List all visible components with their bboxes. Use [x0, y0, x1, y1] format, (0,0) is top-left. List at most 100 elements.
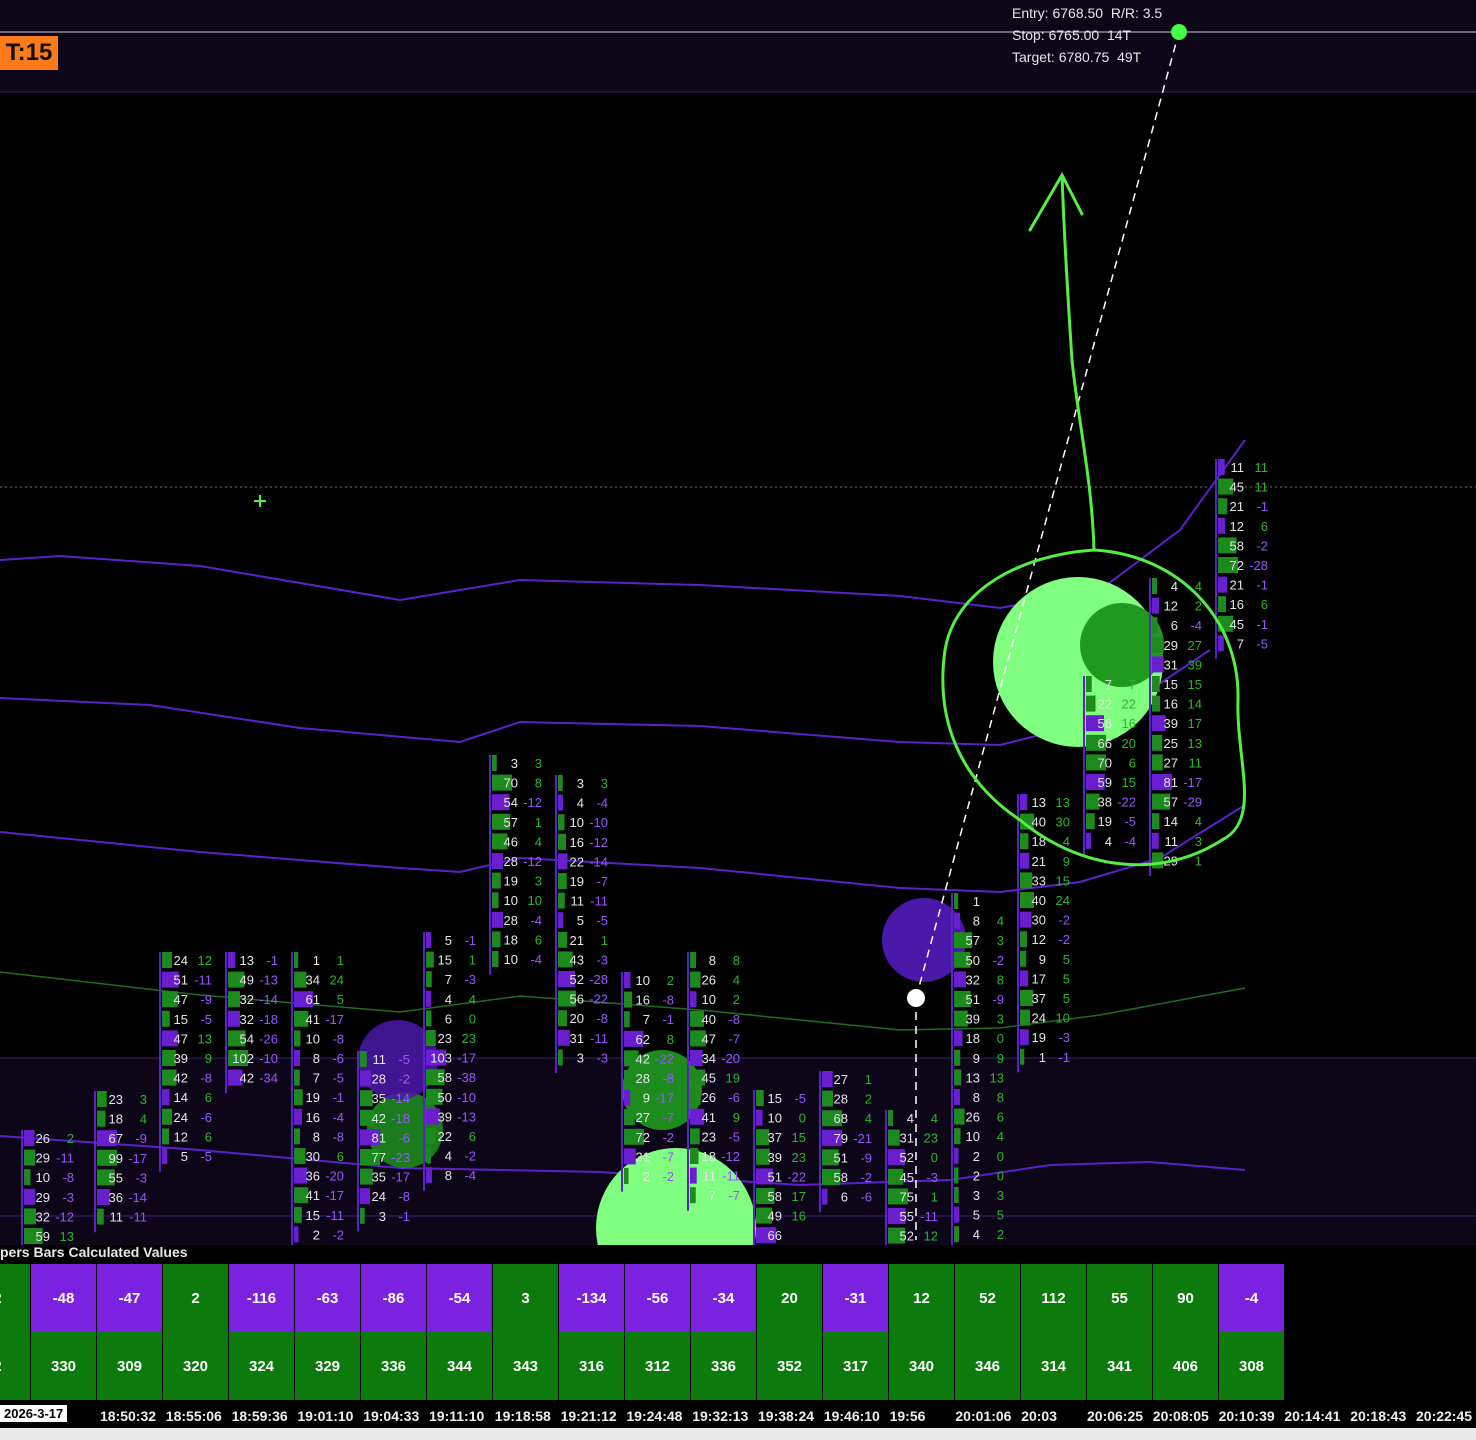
ask-volume: 28: [834, 1092, 848, 1107]
volume-cell-bar: [1152, 734, 1163, 751]
ask-volume: 31: [570, 1031, 584, 1046]
ask-volume: 5: [577, 913, 584, 928]
ask-volume: 11: [110, 1210, 124, 1225]
ask-volume: 34: [306, 973, 320, 988]
delta-value: 23: [792, 1150, 806, 1165]
footprint-bar[interactable]: 10 16 7 62 42 28 9 27 72 31 2 2 -8 -1 8 -22 -8 -17 -7 -2 -7 -…: [621, 972, 674, 1192]
delta-value: 8: [997, 1090, 1004, 1105]
footprint-bar[interactable]: 13 49 32 32 54 102 42 -1 -13 -14 -18 -26 -10 -34: [225, 952, 278, 1094]
volume-cell-bar: [690, 1089, 701, 1106]
row1-cell: -116: [229, 1264, 294, 1332]
delta-value: 1: [931, 1189, 938, 1204]
delta-value: -3: [1058, 1030, 1070, 1045]
ask-volume: 2: [643, 1169, 650, 1184]
volume-cell-bar: [1086, 813, 1095, 830]
delta-value: -17: [128, 1151, 147, 1166]
ask-volume: 42: [636, 1051, 650, 1066]
footprint-bar[interactable]: 1 34 61 41 10 8 7 19 16 8 30 36 41 15 2 1 24 5 -17 -8 -6 -5 -1…: [291, 952, 344, 1245]
ask-volume: 47: [174, 1031, 188, 1046]
delta-value: -3: [62, 1190, 74, 1205]
footprint-bar[interactable]: 3 4 10 16 22 19 11 5 21 43 52 56 20 31 3 3 -4 -10 -12 -14 -7…: [555, 775, 608, 1073]
delta-value: -13: [259, 973, 278, 988]
volume-cell-bar: [888, 1110, 893, 1126]
delta-value: 1: [865, 1072, 872, 1087]
ask-volume: 38: [1098, 795, 1112, 810]
delta-value: -22: [787, 1169, 806, 1184]
volume-cell-bar: [1218, 596, 1226, 613]
row2-cell: 341: [1087, 1332, 1152, 1400]
delta-row: 2-48-472-116-63-86-543-134-56-3420-31125…: [0, 1264, 1285, 1332]
footprint-bar[interactable]: 11 45 21 12 58 72 21 16 45 7 11 11 -1 6 -2 -28 -1 6 -1 -5: [1215, 459, 1268, 659]
volume-cell-bar: [492, 892, 499, 909]
footprint-bar[interactable]: 24 51 47 15 47 39 42 14 24 12 5 12 -11 -9 -5 13 9 -8 6 -6 6 -…: [159, 952, 212, 1172]
footprint-bar[interactable]: 7 22 56 66 70 59 38 19 4 7 22 16 20 6 15 -22 -5 -4: [1083, 676, 1136, 857]
ask-volume: 4: [907, 1111, 914, 1126]
volume-cell-bar: [1152, 617, 1158, 634]
delta-value: -7: [662, 1149, 674, 1164]
delta-value: 16: [792, 1209, 806, 1224]
ask-volume: 6: [445, 1011, 452, 1026]
volume-cell-bar: [558, 1049, 563, 1066]
ask-volume: 47: [702, 1031, 716, 1046]
delta-value: 3: [997, 1012, 1004, 1027]
delta-value: -7: [662, 1110, 674, 1125]
ask-volume: 32: [966, 972, 980, 987]
volume-cell-bar: [558, 775, 563, 791]
volume-cell-bar: [294, 1206, 302, 1223]
delta-value: -5: [728, 1129, 740, 1144]
footprint-bar[interactable]: 8 26 10 40 47 34 45 26 41 23 18 11 7 8 4 2 -8 -7 -20 19 -6 9 -…: [687, 952, 740, 1211]
volume-cell-bar: [294, 1050, 300, 1066]
delta-value: 4: [1195, 814, 1202, 829]
delta-value: 6: [1129, 755, 1136, 770]
delta-value: -8: [662, 993, 674, 1008]
ask-volume: 102: [232, 1051, 254, 1066]
ask-volume: 11: [703, 1169, 717, 1184]
annotation-arrow: [1028, 171, 1096, 552]
ask-volume: 35: [372, 1170, 386, 1185]
footprint-bar[interactable]: 3 70 54 57 46 28 19 10 28 18 10 3 8 -12 1 4 -12 3 10 -4 6 -4: [489, 755, 542, 975]
volume-cell-bar: [1152, 754, 1163, 771]
ask-volume: 23: [438, 1031, 452, 1046]
delta-value: -8: [596, 1011, 608, 1026]
row1-cell: 3: [493, 1264, 558, 1332]
ask-volume: 30: [1032, 913, 1046, 928]
delta-value: -6: [398, 1130, 410, 1145]
ask-volume: 29: [36, 1151, 50, 1166]
delta-value: -11: [920, 1209, 938, 1224]
delta-value: 6: [337, 1149, 344, 1164]
delta-value: -11: [590, 1031, 608, 1046]
delta-value: 0: [931, 1150, 938, 1165]
delta-value: -22: [1117, 795, 1136, 810]
trade-projection-line: [915, 31, 1180, 999]
volume-cell-bar: [1152, 813, 1160, 830]
volume-cell-bar: [558, 833, 566, 850]
volume-cell-bar: [426, 951, 434, 968]
delta-value: -34: [259, 1071, 278, 1086]
trade-entry-marker[interactable]: [907, 989, 925, 1007]
ask-volume: 11: [1165, 834, 1179, 849]
trade-target-marker[interactable]: [1171, 24, 1187, 40]
ask-volume: 45: [900, 1170, 914, 1185]
timeframe-badge[interactable]: T:15: [0, 36, 58, 70]
volume-cell-bar: [360, 1188, 370, 1205]
delta-value: 6: [997, 1110, 1004, 1125]
delta-value: 8: [733, 953, 740, 968]
volume-cell-bar: [624, 1109, 635, 1126]
ask-volume: 58: [438, 1070, 452, 1085]
delta-value: 0: [469, 1011, 476, 1026]
footprint-chart[interactable]: 2629102932592-11-8-3-1213231867995536113…: [0, 0, 1476, 1245]
row1-cell: -48: [31, 1264, 96, 1332]
ask-volume: 19: [306, 1090, 320, 1105]
ask-volume: 81: [1164, 775, 1178, 790]
row1-cell: -4: [1219, 1264, 1284, 1332]
ask-volume: 28: [372, 1072, 386, 1087]
delta-value: -1: [464, 933, 476, 948]
footprint-bar[interactable]: 412629311516392527815714112942-427391514…: [1149, 578, 1202, 876]
ask-volume: 8: [313, 1129, 320, 1144]
footprint-bar[interactable]: 23 18 67 99 55 36 11 3 4 -9 -17 -3 -14 -11: [94, 1091, 147, 1233]
volume-cell-bar: [1020, 970, 1029, 987]
stop-price: Stop: 6765.00: [1012, 27, 1100, 43]
delta-value: 13: [990, 1070, 1004, 1085]
delta-value: 6: [1261, 519, 1268, 534]
ask-volume: 27: [834, 1072, 848, 1087]
